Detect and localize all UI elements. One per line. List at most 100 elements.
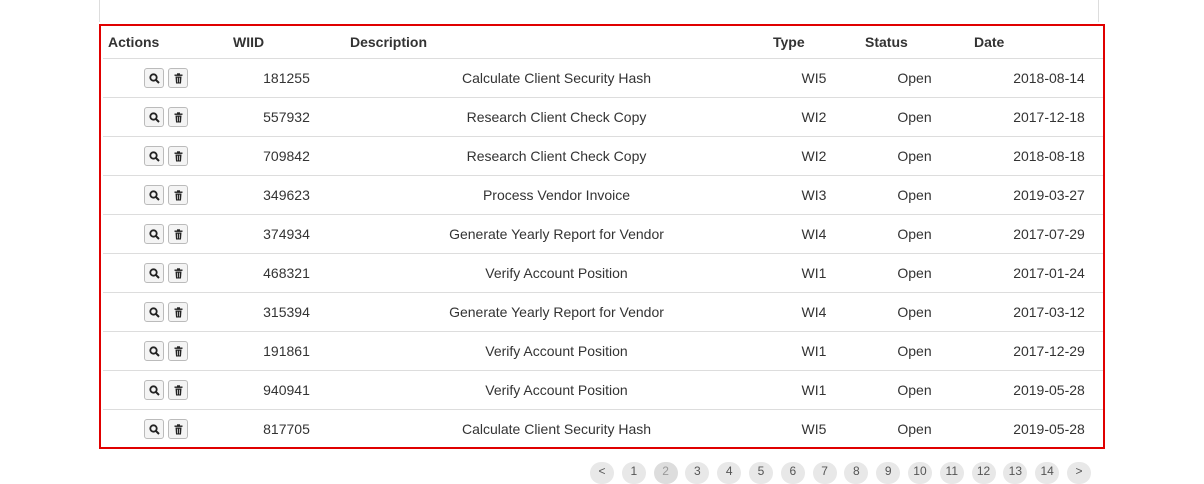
view-button[interactable]	[143, 68, 164, 88]
cell-description: Calculate Client Security Hash	[461, 421, 652, 437]
delete-button[interactable]	[167, 419, 188, 439]
cell-description: Verify Account Position	[345, 370, 768, 410]
cell-status: Open	[860, 214, 969, 254]
cell-status: Open	[860, 331, 969, 371]
header-actions[interactable]: Actions	[103, 26, 228, 59]
cell-wiid: 817705	[263, 421, 310, 437]
cell-status: Open	[860, 175, 969, 215]
cell-wiid: 709842	[228, 136, 345, 176]
cell-date: 2017-12-29	[969, 331, 1103, 371]
cell-description: Generate Yearly Report for Vendor	[345, 292, 768, 332]
page-button[interactable]: 9	[876, 462, 901, 484]
row-actions	[103, 410, 228, 448]
cell-date: 2019-05-28	[1013, 421, 1085, 437]
table-header-row: Actions WIID Description Type Status Dat…	[103, 26, 1103, 59]
view-button[interactable]	[143, 341, 164, 361]
page-next-button[interactable]: >	[1066, 462, 1091, 484]
header-status[interactable]: Status	[860, 26, 969, 59]
cell-description: Verify Account Position	[345, 331, 768, 371]
pagination: <1 2 3 4 5 6 7 8 9 10 11 12 13 14 >	[590, 462, 1099, 484]
view-button[interactable]	[143, 185, 164, 205]
page-prev-button[interactable]: <	[590, 462, 614, 484]
cell-date: 2017-07-29	[969, 214, 1103, 254]
cell-status: Open	[860, 292, 969, 332]
page-button[interactable]: 8	[844, 462, 869, 484]
cell-wiid: 349623	[228, 175, 345, 215]
delete-button[interactable]	[167, 185, 188, 205]
view-button[interactable]	[143, 146, 164, 166]
view-button[interactable]	[143, 419, 164, 439]
table-row[interactable]: 468321 Verify Account Position WI1 Open 2017…	[103, 253, 1103, 293]
cell-type: WI5	[801, 421, 827, 437]
page-button[interactable]: 2	[653, 462, 678, 484]
row-actions	[103, 331, 228, 371]
cell-status: Open	[860, 97, 969, 137]
row-actions	[103, 58, 228, 98]
cell-type: WI4	[768, 292, 860, 332]
delete-button[interactable]	[167, 263, 188, 283]
view-button[interactable]	[143, 224, 164, 244]
cell-description: Research Client Check Copy	[345, 136, 768, 176]
delete-button[interactable]	[167, 341, 188, 361]
page-button[interactable]: 1	[621, 462, 646, 484]
row-actions	[103, 292, 228, 332]
header-wiid[interactable]: WIID	[228, 26, 345, 59]
cell-wiid: 191861	[228, 331, 345, 371]
header-description[interactable]: Description	[345, 26, 768, 59]
delete-button[interactable]	[167, 146, 188, 166]
table-row[interactable]: 191861 Verify Account Position WI1 Open 2017…	[103, 331, 1103, 371]
row-actions	[103, 370, 228, 410]
cell-wiid: 315394	[228, 292, 345, 332]
header-date[interactable]: Date	[969, 26, 1103, 59]
table-row[interactable]: 709842 Research Client Check Copy WI2 Open 2…	[103, 136, 1103, 176]
table-row[interactable]: 181255 Calculate Client Security Hash WI5 O…	[103, 58, 1103, 98]
delete-button[interactable]	[167, 380, 188, 400]
cell-description: Verify Account Position	[345, 253, 768, 293]
cell-date: 2018-08-18	[969, 136, 1103, 176]
table-row[interactable]: 817705 Calculate Client Security Hash WI5 O…	[103, 410, 1103, 448]
cell-date: 2017-03-12	[969, 292, 1103, 332]
cell-type: WI2	[768, 97, 860, 137]
page-button[interactable]: 6	[780, 462, 805, 484]
cell-status: Open	[860, 253, 969, 293]
cell-status: Open	[860, 370, 969, 410]
cell-type: WI5	[768, 58, 860, 98]
page-button[interactable]: 13	[1003, 462, 1028, 484]
header-type[interactable]: Type	[768, 26, 860, 59]
cell-date: 2018-08-14	[969, 58, 1103, 98]
table-row[interactable]: 315394 Generate Yearly Report for Vendor W…	[103, 292, 1103, 332]
page-button[interactable]: 3	[685, 462, 710, 484]
page-button[interactable]: 5	[748, 462, 773, 484]
view-button[interactable]	[143, 107, 164, 127]
page-button[interactable]: 7	[812, 462, 837, 484]
panel-frame	[99, 0, 1099, 22]
table-row[interactable]: 940941 Verify Account Position WI1 Open 2019…	[103, 370, 1103, 410]
cell-status: Open	[860, 58, 969, 98]
cell-type: WI1	[768, 253, 860, 293]
page-button[interactable]: 4	[717, 462, 742, 484]
delete-button[interactable]	[167, 302, 188, 322]
view-button[interactable]	[143, 380, 164, 400]
cell-type: WI1	[768, 331, 860, 371]
table-row[interactable]: 349623 Process Vendor Invoice WI3 Open 2019-…	[103, 175, 1103, 215]
cell-date: 2017-01-24	[969, 253, 1103, 293]
table-row[interactable]: 557932 Research Client Check Copy WI2 Open 2…	[103, 97, 1103, 137]
page-button[interactable]: 11	[939, 462, 964, 484]
page-button[interactable]: 14	[1035, 462, 1060, 484]
page-button[interactable]: 10	[907, 462, 932, 484]
cell-description: Calculate Client Security Hash	[345, 58, 768, 98]
row-actions	[103, 136, 228, 176]
cell-wiid: 374934	[228, 214, 345, 254]
work-items-table: Actions WIID Description Type Status Dat…	[103, 26, 1103, 448]
delete-button[interactable]	[167, 224, 188, 244]
table-row[interactable]: 374934 Generate Yearly Report for Vendor W…	[103, 214, 1103, 254]
view-button[interactable]	[143, 263, 164, 283]
cell-type: WI3	[768, 175, 860, 215]
page-button[interactable]: 12	[971, 462, 996, 484]
row-actions	[103, 214, 228, 254]
delete-button[interactable]	[167, 68, 188, 88]
delete-button[interactable]	[167, 107, 188, 127]
view-button[interactable]	[143, 302, 164, 322]
cell-date: 2019-03-27	[969, 175, 1103, 215]
row-actions	[103, 97, 228, 137]
